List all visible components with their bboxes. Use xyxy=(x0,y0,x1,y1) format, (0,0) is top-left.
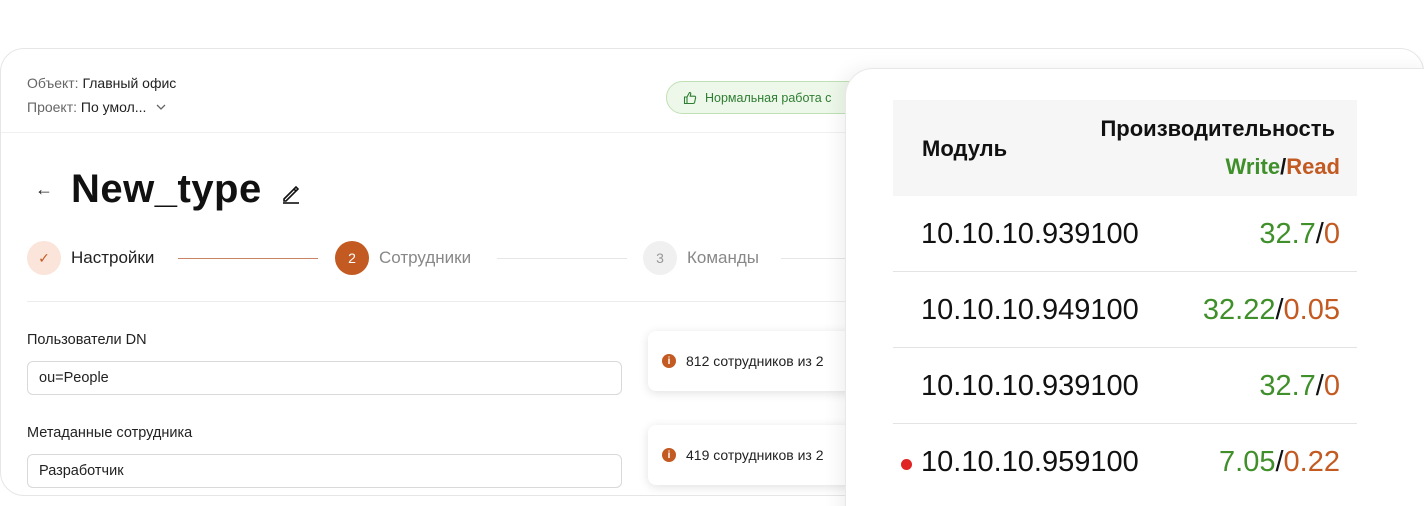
step-label: Настройки xyxy=(71,248,155,267)
thumbs-up-icon xyxy=(683,91,697,104)
perf-value: 32.7/0 xyxy=(1259,370,1340,403)
separator: / xyxy=(1315,370,1324,402)
employee-metadata-input[interactable]: Разработчик xyxy=(27,454,622,488)
step-number: 3 xyxy=(643,241,677,275)
status-text: Нормальная работа с xyxy=(705,90,832,105)
perf-value: 32.22/0.05 xyxy=(1203,294,1340,327)
step-employees[interactable]: 2 Сотрудники xyxy=(335,241,471,275)
separator: / xyxy=(1275,446,1284,478)
read-label: Read xyxy=(1286,154,1340,179)
read-value: 0.05 xyxy=(1283,294,1340,326)
back-arrow-icon[interactable]: ← xyxy=(35,179,53,200)
step-settings[interactable]: ✓ Настройки xyxy=(27,241,154,275)
object-line[interactable]: Объект: Главный офис xyxy=(27,75,176,91)
info-text: 812 сотрудников из 2 xyxy=(686,353,824,369)
info-icon: i xyxy=(662,354,676,368)
table-header: Модуль Производительность Write/Read xyxy=(893,100,1357,196)
info-text: 419 сотрудников из 2 xyxy=(686,447,824,463)
step-number: 2 xyxy=(335,241,369,275)
module-ip: 10.10.10.949100 xyxy=(921,294,1139,326)
column-header-module: Модуль xyxy=(922,136,1008,161)
users-dn-input[interactable]: ou=People xyxy=(27,361,622,395)
read-value: 0 xyxy=(1323,370,1340,402)
module-ip: 10.10.10.939100 xyxy=(921,218,1139,250)
info-card: i 419 сотрудников из 2 xyxy=(648,425,878,485)
alert-dot-icon xyxy=(901,459,912,470)
write-value: 7.05 xyxy=(1219,446,1276,478)
write-value: 32.7 xyxy=(1259,218,1316,250)
project-value: По умол... xyxy=(80,99,147,115)
chevron-down-icon xyxy=(156,104,166,110)
performance-panel: Модуль Производительность Write/Read 10.… xyxy=(845,68,1424,506)
separator: / xyxy=(1275,294,1284,326)
read-value: 0.22 xyxy=(1283,446,1340,478)
step-teams[interactable]: 3 Команды xyxy=(643,241,759,275)
title-row: ← New_type xyxy=(35,167,302,212)
project-selector[interactable]: Проект: По умол... xyxy=(27,99,168,115)
step-label: Сотрудники xyxy=(379,248,472,267)
object-value: Главный офис xyxy=(82,75,177,91)
step-label: Команды xyxy=(687,248,760,267)
separator: / xyxy=(1315,218,1324,250)
info-card: i 812 сотрудников из 2 xyxy=(648,331,878,391)
info-icon: i xyxy=(662,448,676,462)
page-title: New_type xyxy=(71,167,262,211)
table-row: 10.10.10.939100 32.7/0 xyxy=(893,196,1357,272)
perf-value: 7.05/0.22 xyxy=(1219,446,1340,479)
step-check-icon: ✓ xyxy=(27,241,61,275)
write-value: 32.22 xyxy=(1202,294,1276,326)
table-row: 10.10.10.939100 32.7/0 xyxy=(893,348,1357,424)
read-value: 0 xyxy=(1323,218,1340,250)
module-ip: 10.10.10.959100 xyxy=(921,446,1139,478)
table-row: 10.10.10.959100 7.05/0.22 xyxy=(893,424,1357,500)
step-connector xyxy=(497,258,627,259)
perf-value: 32.7/0 xyxy=(1259,218,1340,251)
table-row: 10.10.10.949100 32.22/0.05 xyxy=(893,272,1357,348)
edit-pencil-icon[interactable] xyxy=(280,183,302,205)
project-key: Проект: xyxy=(27,99,78,115)
module-ip: 10.10.10.939100 xyxy=(921,370,1139,402)
step-connector xyxy=(781,258,851,259)
employee-metadata-label: Метаданные сотрудника xyxy=(27,425,193,441)
stepper: ✓ Настройки 2 Сотрудники 3 Команды xyxy=(27,241,857,277)
step-connector xyxy=(178,258,318,259)
object-key: Объект: xyxy=(27,75,79,91)
column-header-performance: Производительность xyxy=(1100,116,1335,141)
write-label: Write xyxy=(1225,154,1281,179)
users-dn-label: Пользователи DN xyxy=(27,332,147,348)
write-read-legend: Write/Read xyxy=(1225,154,1340,180)
write-value: 32.7 xyxy=(1259,370,1316,402)
divider xyxy=(27,301,857,302)
